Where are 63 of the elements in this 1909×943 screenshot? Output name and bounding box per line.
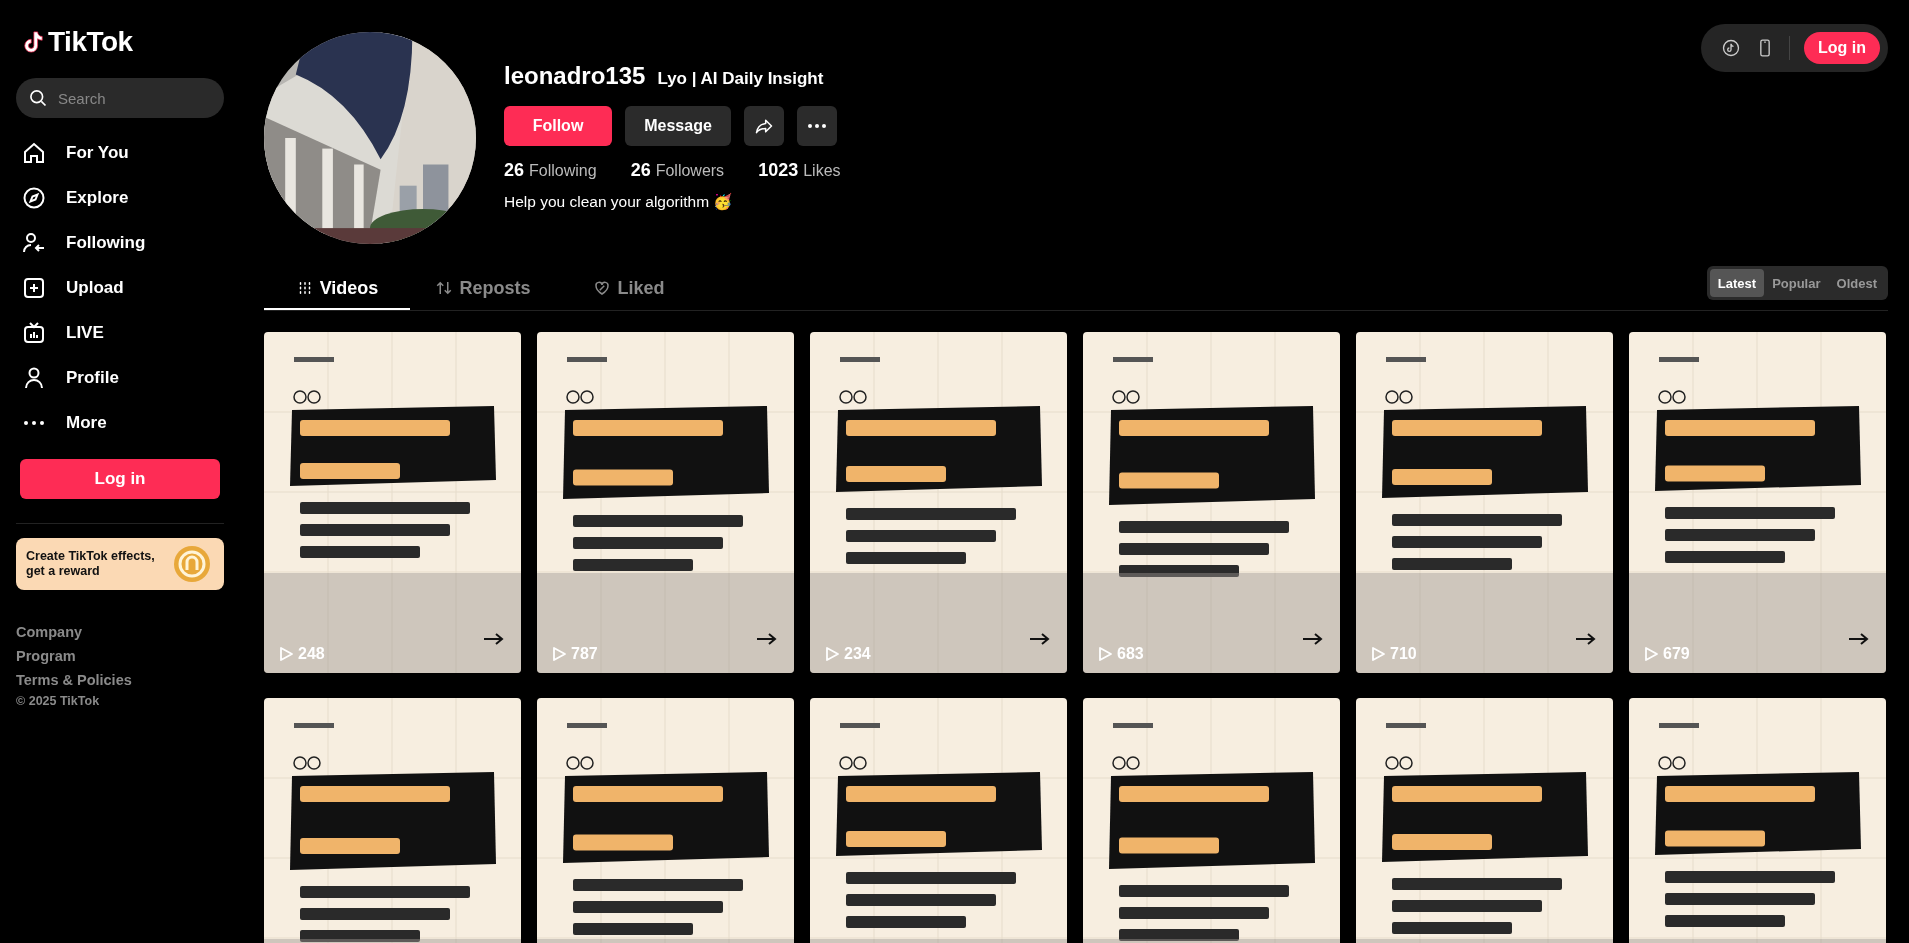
bio-text: Help you clean your algorithm 🥳 (504, 193, 734, 211)
view-count: 683 (1117, 645, 1144, 663)
play-icon (1097, 646, 1113, 662)
person-arrow-icon (22, 230, 46, 255)
search-field[interactable]: Search (16, 78, 224, 118)
play-icon (551, 646, 567, 662)
tiktok-logo-icon (22, 29, 44, 55)
tab[interactable]: Liked (556, 268, 702, 310)
stat-count: 1023 (758, 160, 799, 181)
share-button[interactable] (744, 106, 784, 146)
more-icon (808, 124, 826, 128)
tiktok-circle-icon[interactable] (1721, 38, 1741, 58)
tab[interactable]: Videos (264, 268, 410, 310)
message-button[interactable]: Message (625, 106, 731, 146)
sort-option[interactable]: Popular (1764, 269, 1829, 297)
stat-label[interactable]: Followers (655, 162, 725, 180)
footer-link[interactable]: Program (16, 648, 224, 664)
follow-button[interactable]: Follow (504, 106, 612, 146)
view-count: 710 (1390, 645, 1417, 663)
nav-item[interactable]: Following (16, 220, 224, 265)
view-count: 234 (844, 645, 871, 663)
promo-banner[interactable]: Create TikTok effects, get a reward (16, 538, 224, 590)
search-icon (28, 88, 48, 108)
play-icon (1370, 646, 1386, 662)
share-icon (754, 116, 774, 136)
nav-item[interactable]: LIVE (16, 310, 224, 355)
repost-icon (435, 279, 454, 297)
view-count: 248 (298, 645, 325, 663)
nav-item[interactable]: Profile (16, 355, 224, 400)
tab[interactable]: Reposts (410, 268, 556, 310)
home-icon (22, 140, 46, 165)
logo-text: TikTok (48, 26, 133, 58)
sort-option[interactable]: Oldest (1828, 269, 1885, 297)
more-icon (24, 420, 44, 425)
plus-square-icon (22, 275, 46, 300)
coin-icon (172, 544, 212, 584)
login-button[interactable]: Log in (1804, 32, 1880, 64)
footer-link[interactable]: Terms & Policies (16, 672, 224, 688)
tv-icon (22, 320, 46, 345)
nav-item[interactable]: Explore (16, 175, 224, 220)
stat-count: 26 (504, 160, 525, 181)
stat-label[interactable]: Following (529, 162, 597, 180)
person-icon (22, 365, 46, 390)
copyright-text: © 2025 TikTok (16, 694, 101, 708)
play-icon (278, 646, 294, 662)
nav-item[interactable]: Upload (16, 265, 224, 310)
username: leonadro135 (504, 62, 646, 90)
heart-icon (593, 279, 612, 297)
stat-count: 26 (630, 160, 651, 181)
view-count: 679 (1663, 645, 1690, 663)
sort-option[interactable]: Latest (1709, 269, 1765, 297)
play-icon (1643, 646, 1659, 662)
stat-label[interactable]: Likes (803, 162, 841, 180)
nav-item[interactable]: More (16, 400, 224, 445)
nav-item[interactable]: For You (16, 130, 224, 175)
compass-icon (22, 185, 46, 210)
view-count: 787 (571, 645, 598, 663)
play-icon (824, 646, 840, 662)
more-button[interactable] (797, 106, 837, 146)
promo-text: Create TikTok effects, get a reward (26, 549, 156, 579)
login-button[interactable]: Log in (20, 459, 220, 499)
footer-link[interactable]: Company (16, 624, 224, 640)
nickname: Lyo | AI Daily Insight (657, 69, 824, 89)
